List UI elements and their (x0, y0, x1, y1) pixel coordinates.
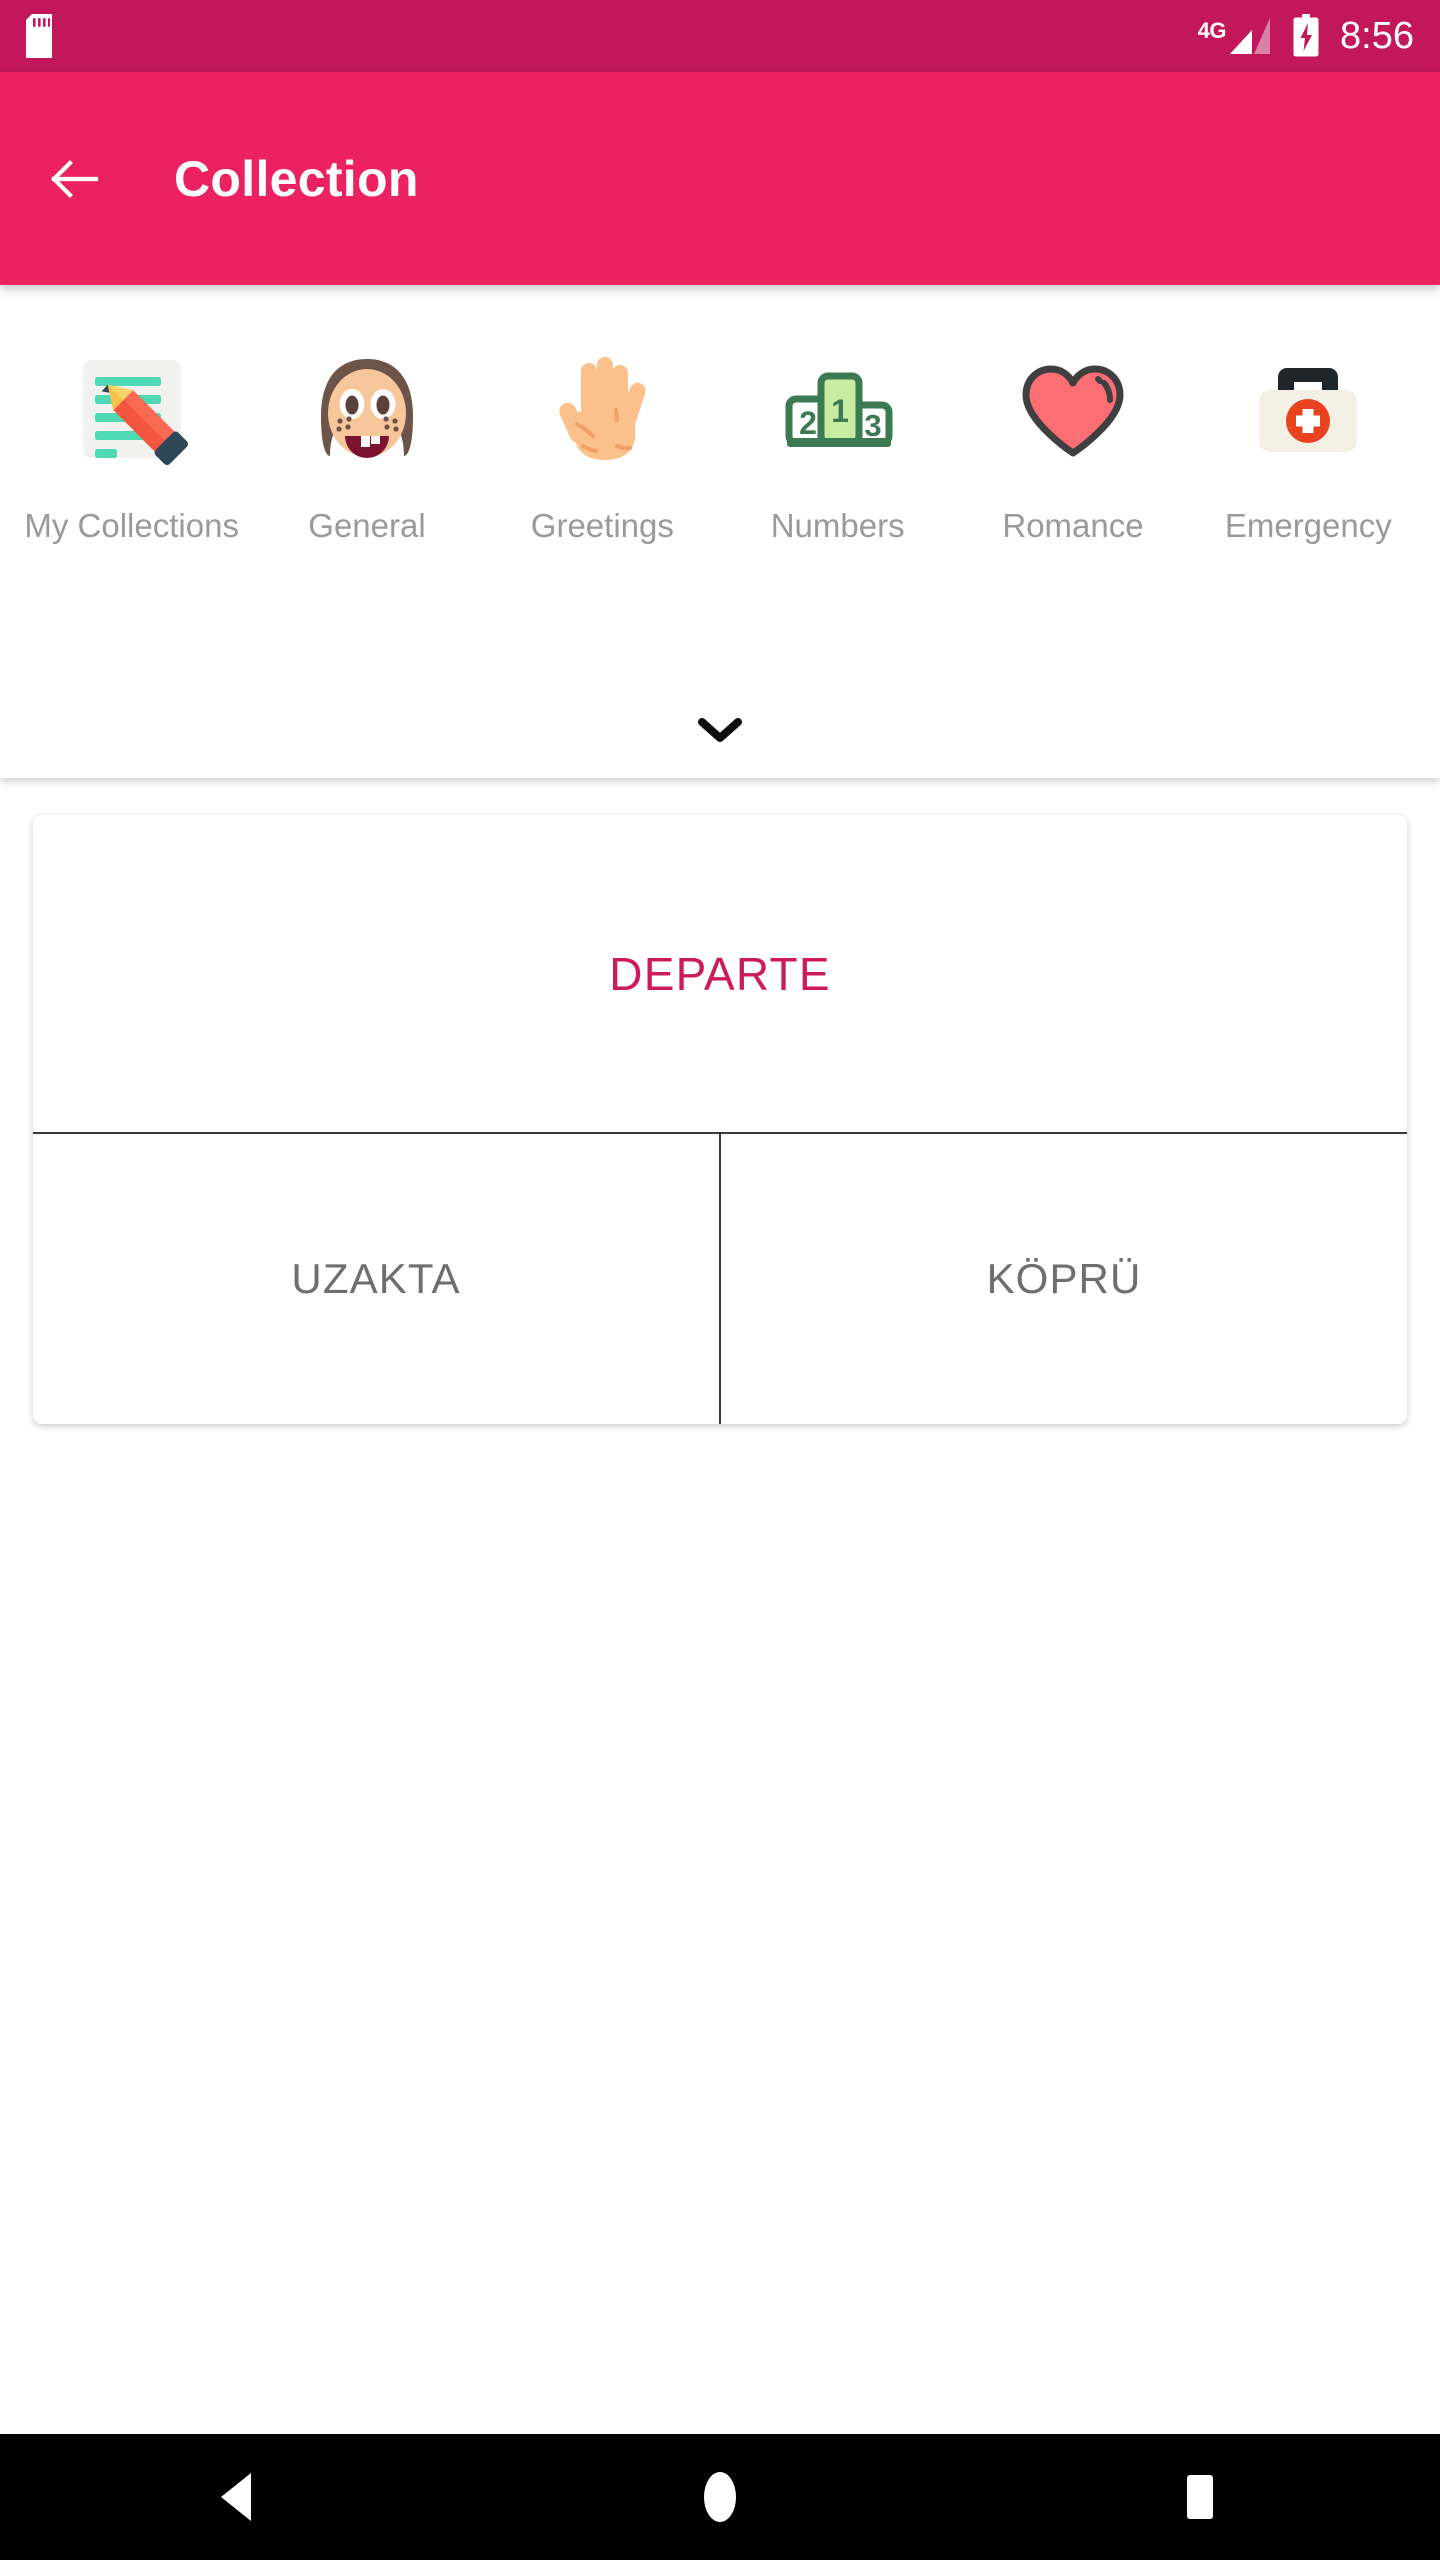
app-bar: Collection (0, 72, 1440, 285)
answer-option-label: UZAKTA (291, 1255, 461, 1302)
category-panel: My Collections General Greetings 2 1 3 N… (0, 285, 1440, 778)
battery-charging-icon (1292, 14, 1320, 58)
girl-face-icon (285, 327, 449, 491)
podium-123-icon: 2 1 3 (756, 327, 920, 491)
raised-hand-icon (520, 327, 684, 491)
content-area: DEPARTE UZAKTA KÖPRÜ (0, 778, 1440, 2434)
expand-categories-button[interactable] (0, 716, 1440, 744)
answer-option-2[interactable]: KÖPRÜ (719, 1134, 1407, 1424)
status-bar-clock: 8:56 (1340, 15, 1414, 57)
svg-text:2: 2 (799, 405, 817, 441)
sd-card-icon (26, 14, 52, 58)
category-label: General (308, 507, 426, 544)
category-item-emergency[interactable]: Emergency (1191, 327, 1426, 546)
category-item-romance[interactable]: Romance (955, 327, 1190, 546)
status-bar: 4G 8:56 (0, 0, 1440, 72)
word-card: DEPARTE UZAKTA KÖPRÜ (33, 815, 1407, 1424)
answer-option-label: KÖPRÜ (986, 1255, 1142, 1302)
category-label: My Collections (24, 507, 239, 544)
back-arrow-icon[interactable] (48, 153, 100, 205)
category-label: Greetings (530, 507, 674, 544)
category-item-numbers[interactable]: 2 1 3 Numbers (720, 327, 955, 546)
first-aid-kit-icon (1226, 327, 1390, 491)
svg-text:1: 1 (831, 393, 849, 429)
category-label: Romance (1002, 507, 1144, 544)
nav-home-circle-icon (697, 2471, 743, 2523)
android-navigation-bar (0, 2434, 1440, 2560)
category-label: Emergency (1224, 507, 1392, 544)
category-label: Numbers (770, 507, 905, 544)
svg-text:3: 3 (864, 408, 881, 443)
word-prompt[interactable]: DEPARTE (33, 815, 1407, 1132)
status-bar-right: 4G 8:56 (1198, 14, 1414, 58)
network-type-label: 4G (1197, 18, 1227, 43)
chevron-down-icon (697, 716, 743, 744)
nav-back-triangle-icon (217, 2471, 263, 2523)
signal-bars-icon: 4G (1198, 16, 1272, 56)
nav-home-button[interactable] (630, 2434, 810, 2560)
heart-icon (991, 327, 1155, 491)
category-item-my-collections[interactable]: My Collections (14, 327, 249, 546)
answer-option-1[interactable]: UZAKTA (33, 1134, 719, 1424)
category-row: My Collections General Greetings 2 1 3 N… (0, 327, 1440, 546)
category-item-general[interactable]: General (249, 327, 484, 546)
nav-recents-square-icon (1177, 2471, 1223, 2523)
app-screen: 4G 8:56 Collection My Collections Genera… (0, 0, 1440, 2560)
answer-options-row: UZAKTA KÖPRÜ (33, 1132, 1407, 1424)
nav-back-button[interactable] (150, 2434, 330, 2560)
page-title: Collection (174, 150, 419, 207)
word-prompt-text: DEPARTE (609, 947, 831, 1000)
category-item-greetings[interactable]: Greetings (485, 327, 720, 546)
note-pencil-icon (50, 327, 214, 491)
status-bar-left (26, 14, 52, 58)
nav-recents-button[interactable] (1110, 2434, 1290, 2560)
